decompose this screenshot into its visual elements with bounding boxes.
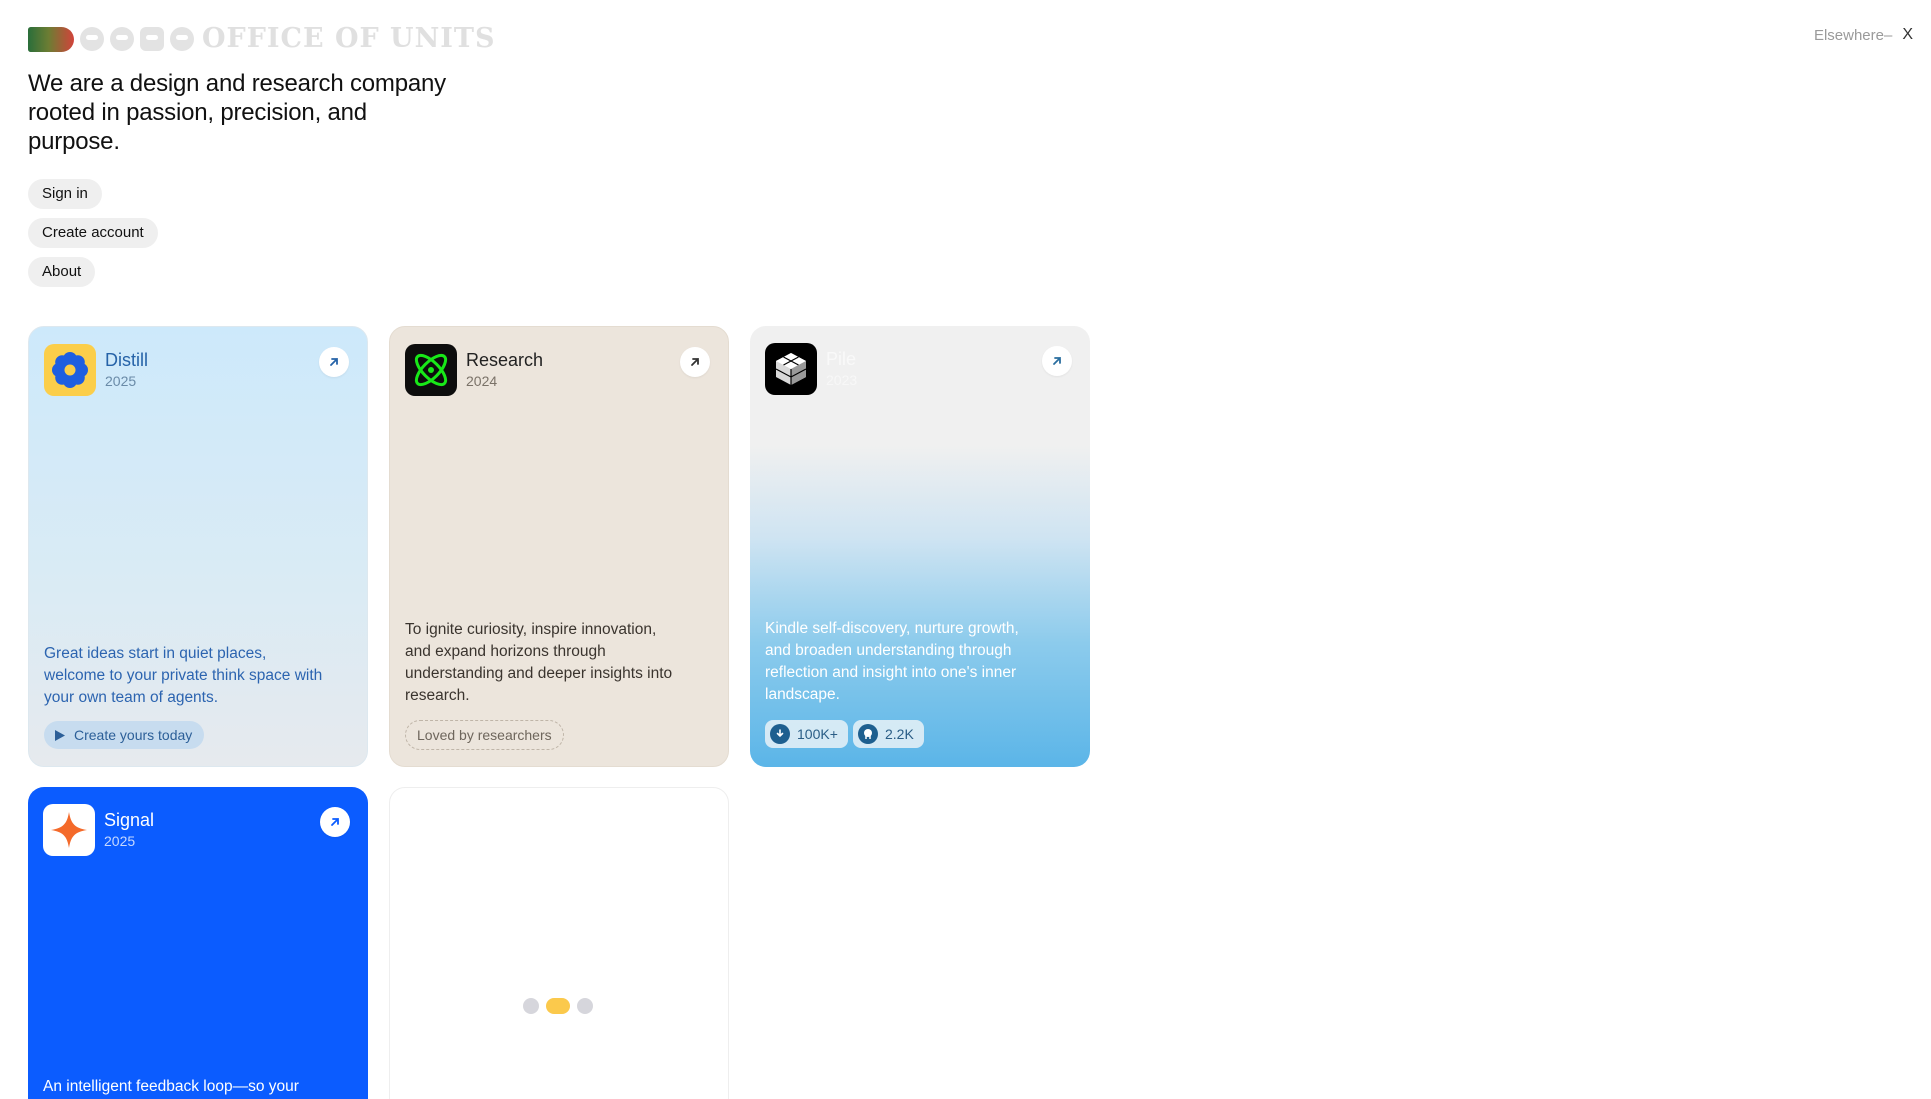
github-stars-badge[interactable]: 2.2K — [853, 720, 924, 748]
github-icon — [858, 724, 878, 744]
smile-glyph-icon — [170, 27, 194, 51]
card-title: Signal — [104, 810, 155, 830]
arrow-up-right-icon — [691, 358, 699, 366]
face-glyph-icon — [80, 27, 104, 51]
download-cloud-icon — [770, 724, 790, 744]
card-description: Great ideas start in quiet places, welco… — [44, 645, 323, 706]
brand-wordmark: OFFICE OF UNITS — [202, 23, 496, 54]
arrow-up-right-icon — [331, 818, 339, 826]
cube-stack-icon — [765, 343, 817, 395]
loved-by-researchers-badge: Loved by researchers — [405, 720, 564, 750]
flower-icon — [44, 344, 96, 396]
card-title: Research — [466, 350, 544, 370]
stars-count: 2.2K — [885, 726, 914, 742]
product-card-signal[interactable]: Signal 2025 An intelligent feedback loop… — [28, 787, 368, 1099]
open-link-button[interactable] — [1042, 346, 1072, 376]
sign-in-button[interactable]: Sign in — [28, 179, 102, 209]
page-tagline: We are a design and research company roo… — [28, 70, 446, 155]
cta-label: Create yours today — [74, 727, 193, 743]
card-year: 2025 — [104, 833, 136, 849]
card-year: 2025 — [105, 373, 137, 389]
loading-indicator — [523, 998, 593, 1014]
loading-dot-active — [546, 998, 570, 1014]
brand-swatch-icon — [28, 26, 74, 52]
brand-logo[interactable]: OFFICE OF UNITS — [28, 24, 496, 54]
open-link-button[interactable] — [319, 347, 349, 377]
card-year: 2024 — [466, 373, 498, 389]
card-title: Distill — [105, 350, 148, 370]
sparkle-icon — [43, 804, 95, 856]
card-description: To ignite curiosity, inspire innovation,… — [405, 621, 673, 704]
atom-icon — [405, 344, 457, 396]
product-card-distill[interactable]: Distill 2025 Great ideas start in quiet … — [28, 326, 368, 767]
elsewhere-menu[interactable]: Elsewhere– X — [1814, 26, 1913, 44]
card-title: Pile — [826, 349, 857, 369]
downloads-badge[interactable]: 100K+ — [765, 720, 848, 748]
card-description: Kindle self-discovery, nurture growth, a… — [765, 620, 1019, 703]
loading-card — [389, 787, 729, 1099]
product-card-research[interactable]: Research 2024 To ignite curiosity, inspi… — [389, 326, 729, 767]
loading-dot — [523, 998, 539, 1014]
card-description: An intelligent feedback loop—so your — [43, 1078, 299, 1095]
robot-glyph-icon — [140, 27, 164, 51]
create-yours-button[interactable]: Create yours today — [44, 721, 205, 749]
open-link-button[interactable] — [320, 807, 350, 837]
about-button[interactable]: About — [28, 257, 96, 287]
card-year: 2023 — [826, 372, 858, 388]
open-link-button[interactable] — [680, 347, 710, 377]
downloads-count: 100K+ — [797, 726, 838, 742]
create-account-button[interactable]: Create account — [28, 218, 158, 248]
close-button[interactable]: X — [1902, 26, 1913, 44]
loading-dot — [577, 998, 593, 1014]
play-icon — [55, 729, 65, 741]
elsewhere-label[interactable]: Elsewhere– — [1814, 27, 1892, 44]
product-card-pile[interactable]: Pile 2023 Kindle self-discovery, nurture… — [750, 326, 1090, 767]
flower-glyph-icon — [110, 27, 134, 51]
arrow-up-right-icon — [330, 358, 338, 366]
arrow-up-right-icon — [1053, 357, 1061, 365]
